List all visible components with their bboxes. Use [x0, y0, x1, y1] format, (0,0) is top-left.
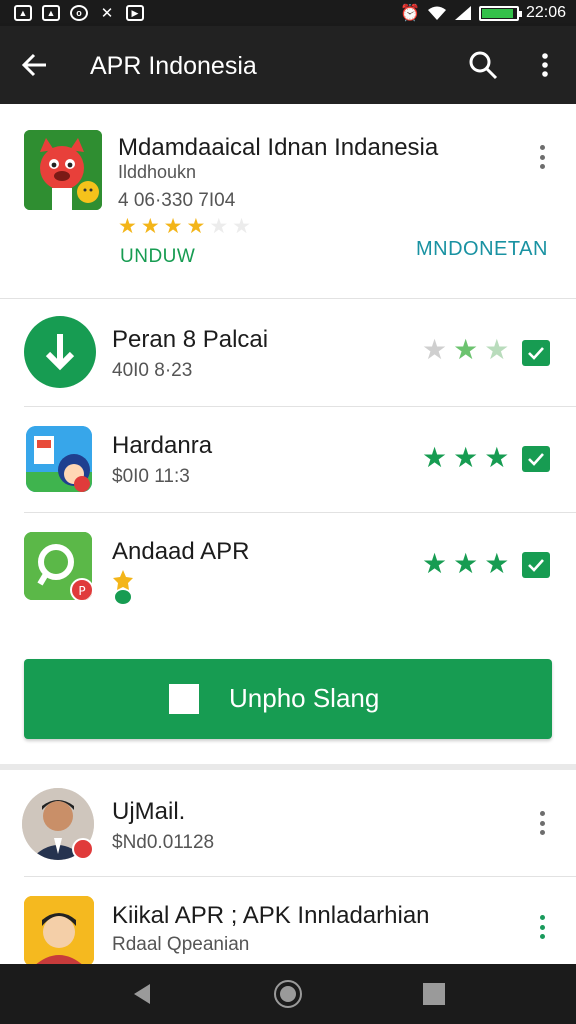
- star-icon: ★: [163, 215, 183, 238]
- battery-icon: [478, 5, 522, 21]
- divider: [24, 512, 576, 513]
- play-notification-icon: ▶: [126, 5, 144, 21]
- featured-more-icon[interactable]: [532, 142, 552, 172]
- app-row-title[interactable]: Peran 8 Palcai: [112, 326, 268, 354]
- list-item-title[interactable]: Kiikal APR ; APK Innladarhian: [112, 902, 430, 930]
- circle-notification-icon: o: [70, 5, 88, 21]
- star-icon: ★: [422, 334, 448, 365]
- star-icon: ★: [422, 442, 448, 473]
- divider: [24, 876, 576, 877]
- check-icon: [528, 559, 544, 572]
- featured-app-developer: Ilddhoukn: [118, 162, 197, 182]
- status-notification-icons: ▲ ▲ o ✕ ▶: [14, 4, 144, 22]
- avatar-badge: [72, 838, 94, 860]
- featured-app-icon[interactable]: [24, 130, 102, 210]
- star-icon: ★: [118, 215, 137, 238]
- gallery-notification-icon: ▲: [14, 5, 32, 21]
- list-item-sub: $Nd0.01128: [112, 832, 215, 853]
- app-row-rating: ★ ★ ★: [422, 444, 509, 472]
- star-icon: ★: [422, 548, 448, 579]
- checkbox-square-icon: [169, 684, 199, 714]
- star-icon: ★: [484, 334, 510, 365]
- star-icon: ★: [453, 334, 479, 365]
- apps-card: Mdamdaaical Idnan Indanesia Ilddhoukn 4 …: [0, 104, 576, 764]
- signal-icon: [454, 6, 471, 20]
- star-icon: ★: [232, 215, 251, 238]
- featured-right-link[interactable]: MNDONETAN: [416, 238, 548, 261]
- download-icon: [45, 334, 75, 371]
- nav-recents-icon[interactable]: [423, 983, 445, 1005]
- star-icon: ★: [140, 215, 160, 238]
- featured-app-meta: 4 06·330 7I04: [118, 190, 236, 211]
- status-system-icons: ⏰ 22:06: [400, 3, 566, 23]
- app-row-rating: ★ ★ ★: [422, 336, 509, 364]
- nav-home-icon[interactable]: [274, 980, 302, 1008]
- system-nav-bar: [0, 964, 576, 1024]
- divider: [24, 406, 576, 407]
- install-link[interactable]: UNDUW: [120, 246, 195, 268]
- page-title: APR Indonesia: [90, 52, 257, 80]
- wifi-icon: [427, 6, 446, 20]
- star-icon: ★: [209, 215, 229, 238]
- star-icon: ★: [484, 548, 510, 579]
- install-selected-label: Unpho Slang: [229, 683, 380, 713]
- award-badge-icon: [112, 570, 134, 604]
- app-row-checkbox[interactable]: [522, 340, 550, 366]
- svg-text:P: P: [78, 584, 85, 598]
- more-vert-icon[interactable]: [530, 48, 560, 82]
- divider: [0, 298, 576, 299]
- app-bar: APR Indonesia: [0, 26, 576, 104]
- app-row-title[interactable]: Andaad APR: [112, 538, 249, 566]
- download-app-icon[interactable]: [24, 316, 96, 388]
- app-row-checkbox[interactable]: [522, 552, 550, 578]
- check-icon: [528, 347, 544, 360]
- list-item-more-icon[interactable]: [532, 912, 552, 942]
- image-notification-icon: ▲: [42, 5, 60, 21]
- star-icon: ★: [484, 442, 510, 473]
- search-icon[interactable]: [466, 48, 500, 82]
- featured-rating: ★ ★ ★ ★ ★ ★: [118, 216, 251, 237]
- install-selected-button[interactable]: Unpho Slang: [24, 659, 552, 739]
- featured-app-title[interactable]: Mdamdaaical Idnan Indanesia: [118, 134, 438, 162]
- list-item-title[interactable]: UjMail.: [112, 798, 185, 826]
- app-row-sub: 40I0 8·23: [112, 360, 193, 381]
- list-item-sub: Rdaal Qpeanian: [112, 934, 250, 955]
- hardanra-app-icon[interactable]: [26, 426, 92, 492]
- status-time: 22:06: [525, 4, 566, 21]
- check-icon: [528, 453, 544, 466]
- app-row-title[interactable]: Hardanra: [112, 432, 212, 460]
- list-card: UjMail. $Nd0.01128 Kiikal APR ; APK Innl…: [0, 770, 576, 966]
- app-row-sub: $0I0 11:3: [112, 466, 190, 487]
- cartoon-avatar[interactable]: [24, 896, 94, 966]
- status-bar: ▲ ▲ o ✕ ▶ ⏰ 22:06: [0, 0, 576, 26]
- list-item-more-icon[interactable]: [532, 808, 552, 838]
- alarm-icon: ⏰: [400, 5, 420, 22]
- back-arrow-icon[interactable]: [18, 48, 52, 82]
- missed-call-notification-icon: ✕: [100, 5, 114, 22]
- nav-back-icon[interactable]: [130, 982, 154, 1006]
- star-icon: ★: [453, 442, 479, 473]
- andaad-app-icon[interactable]: P: [24, 532, 92, 600]
- app-row-rating: ★ ★ ★: [422, 550, 509, 578]
- star-icon: ★: [453, 548, 479, 579]
- app-row-checkbox[interactable]: [522, 446, 550, 472]
- star-icon: ★: [186, 215, 206, 238]
